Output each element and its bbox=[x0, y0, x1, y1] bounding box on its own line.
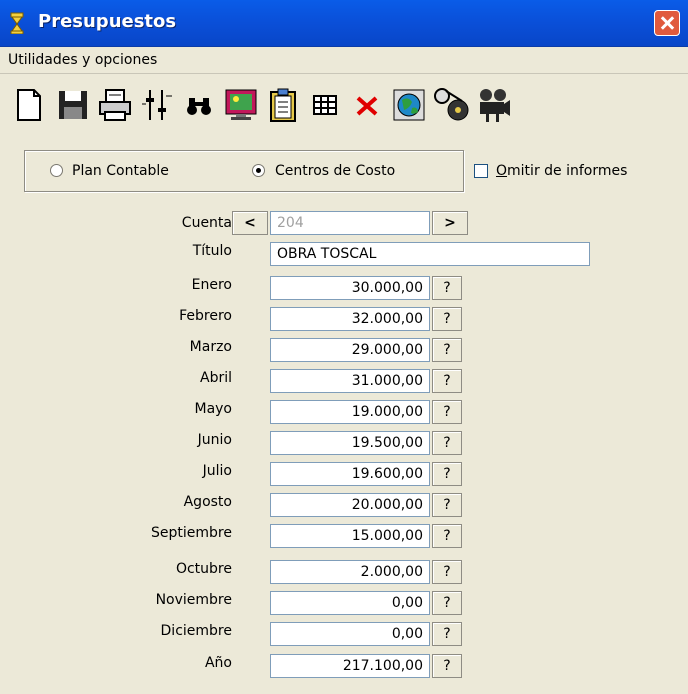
help-button-abril[interactable]: ? bbox=[432, 369, 462, 393]
month-label-enero: Enero bbox=[191, 277, 232, 293]
menu-utilidades[interactable]: Utilidades y opciones bbox=[8, 52, 157, 68]
help-button-noviembre[interactable]: ? bbox=[432, 591, 462, 615]
radio-plan-contable-label: Plan Contable bbox=[72, 163, 169, 179]
delete-x-icon[interactable] bbox=[348, 86, 386, 124]
help-button-agosto[interactable]: ? bbox=[432, 493, 462, 517]
month-label-noviembre: Noviembre bbox=[155, 592, 232, 608]
radio-plan-contable[interactable] bbox=[50, 164, 63, 177]
month-field-noviembre[interactable]: 0,00 bbox=[270, 591, 430, 615]
month-label-diciembre: Diciembre bbox=[160, 623, 232, 639]
help-button-mayo[interactable]: ? bbox=[432, 400, 462, 424]
month-label-junio: Junio bbox=[197, 432, 232, 448]
month-field-octubre[interactable]: 2.000,00 bbox=[270, 560, 430, 584]
print-icon[interactable] bbox=[96, 86, 134, 124]
month-label-octubre: Octubre bbox=[175, 561, 232, 577]
month-field-julio[interactable]: 19.600,00 bbox=[270, 462, 430, 486]
help-button-marzo[interactable]: ? bbox=[432, 338, 462, 362]
menu-bar: Utilidades y opciones bbox=[0, 47, 688, 74]
help-button-febrero[interactable]: ? bbox=[432, 307, 462, 331]
globe-icon[interactable] bbox=[390, 86, 428, 124]
cuenta-field[interactable]: 204 bbox=[270, 211, 430, 235]
omitir-label-rest: mitir de informes bbox=[507, 163, 628, 179]
monitor-image-icon[interactable] bbox=[222, 86, 260, 124]
movie-camera-icon[interactable] bbox=[474, 86, 512, 124]
month-field-mayo[interactable]: 19.000,00 bbox=[270, 400, 430, 424]
binoculars-icon[interactable] bbox=[180, 86, 218, 124]
app-icon bbox=[10, 12, 24, 34]
month-label-mayo: Mayo bbox=[194, 401, 232, 417]
month-field-septiembre[interactable]: 15.000,00 bbox=[270, 524, 430, 548]
month-field-febrero[interactable]: 32.000,00 bbox=[270, 307, 430, 331]
month-label-septiembre: Septiembre bbox=[151, 525, 232, 541]
month-field-diciembre[interactable]: 0,00 bbox=[270, 622, 430, 646]
month-label-julio: Julio bbox=[202, 463, 232, 479]
month-field-enero[interactable]: 30.000,00 bbox=[270, 276, 430, 300]
help-button-julio[interactable]: ? bbox=[432, 462, 462, 486]
clipboard-icon[interactable] bbox=[264, 86, 302, 124]
new-document-icon[interactable] bbox=[10, 86, 48, 124]
help-button-octubre[interactable]: ? bbox=[432, 560, 462, 584]
month-field-junio[interactable]: 19.500,00 bbox=[270, 431, 430, 455]
close-button[interactable] bbox=[654, 10, 680, 36]
year-total-field[interactable]: 217.100,00 bbox=[270, 654, 430, 678]
month-field-marzo[interactable]: 29.000,00 bbox=[270, 338, 430, 362]
window-title: Presupuestos bbox=[38, 11, 177, 32]
help-button-septiembre[interactable]: ? bbox=[432, 524, 462, 548]
toolbar bbox=[0, 74, 688, 134]
month-label-abril: Abril bbox=[200, 370, 232, 386]
month-field-abril[interactable]: 31.000,00 bbox=[270, 369, 430, 393]
omitir-label: Omitir de informes bbox=[496, 163, 628, 179]
titulo-label: Título bbox=[192, 243, 232, 259]
help-button-enero[interactable]: ? bbox=[432, 276, 462, 300]
presupuestos-window: Presupuestos Utilidades y opciones Plan … bbox=[0, 0, 688, 694]
save-icon[interactable] bbox=[54, 86, 92, 124]
settings-sliders-icon[interactable] bbox=[138, 86, 176, 124]
help-button-diciembre[interactable]: ? bbox=[432, 622, 462, 646]
help-button-ano[interactable]: ? bbox=[432, 654, 462, 678]
titulo-field[interactable]: OBRA TOSCAL bbox=[270, 242, 590, 266]
year-total-label: Año bbox=[204, 655, 232, 671]
help-button-junio[interactable]: ? bbox=[432, 431, 462, 455]
film-reel-icon[interactable] bbox=[432, 86, 470, 124]
title-bar[interactable]: Presupuestos bbox=[0, 0, 688, 47]
cuenta-prev-button[interactable]: < bbox=[232, 211, 268, 235]
cuenta-label: Cuenta bbox=[181, 215, 232, 231]
radio-centros-de-costo[interactable] bbox=[252, 164, 265, 177]
month-field-agosto[interactable]: 20.000,00 bbox=[270, 493, 430, 517]
cuenta-next-button[interactable]: > bbox=[432, 211, 468, 235]
month-label-marzo: Marzo bbox=[189, 339, 232, 355]
month-label-agosto: Agosto bbox=[183, 494, 232, 510]
radio-centros-de-costo-label: Centros de Costo bbox=[275, 163, 396, 179]
month-label-febrero: Febrero bbox=[179, 308, 232, 324]
omitir-checkbox[interactable] bbox=[474, 164, 488, 178]
grid-table-icon[interactable] bbox=[306, 86, 344, 124]
